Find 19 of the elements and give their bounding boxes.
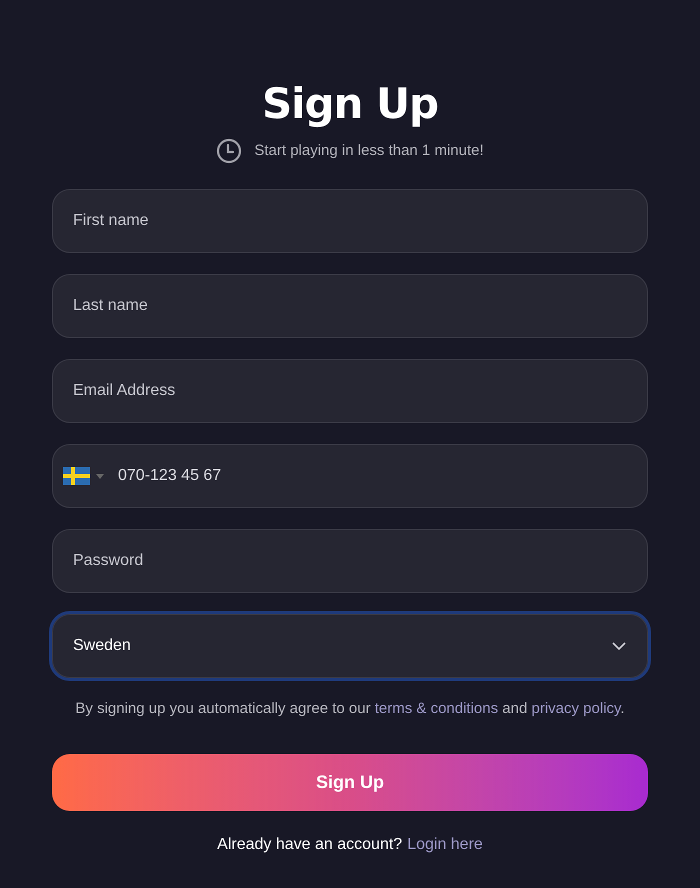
clock-icon xyxy=(216,138,242,164)
page-title: Sign Up xyxy=(262,78,438,130)
chevron-down-icon xyxy=(611,641,627,651)
sweden-flag-icon xyxy=(63,467,90,485)
country-select[interactable]: Sweden xyxy=(52,614,648,678)
policy-link[interactable]: terms & conditions xyxy=(374,700,498,717)
sign-up-button[interactable]: Sign Up xyxy=(52,754,648,810)
login-link[interactable]: Login here xyxy=(407,832,483,856)
password-field[interactable]: Password xyxy=(52,529,648,593)
agreement-text: By signing up you automatically agree to our terms & conditions and privacy policy. xyxy=(75,699,625,719)
policy-link[interactable]: privacy policy xyxy=(532,700,620,717)
input-field[interactable]: First name xyxy=(52,189,648,253)
phone-input[interactable]: 070-123 45 67 xyxy=(118,464,637,488)
login-prompt: Already have an account? xyxy=(217,834,402,854)
input-field[interactable]: Email Address xyxy=(52,359,648,423)
caret-icon xyxy=(96,474,104,478)
input-field[interactable]: Last name xyxy=(52,274,648,338)
phone-field[interactable]: 070-123 45 67 xyxy=(52,444,648,508)
subtitle: Start playing in less than 1 minute! xyxy=(254,140,484,161)
